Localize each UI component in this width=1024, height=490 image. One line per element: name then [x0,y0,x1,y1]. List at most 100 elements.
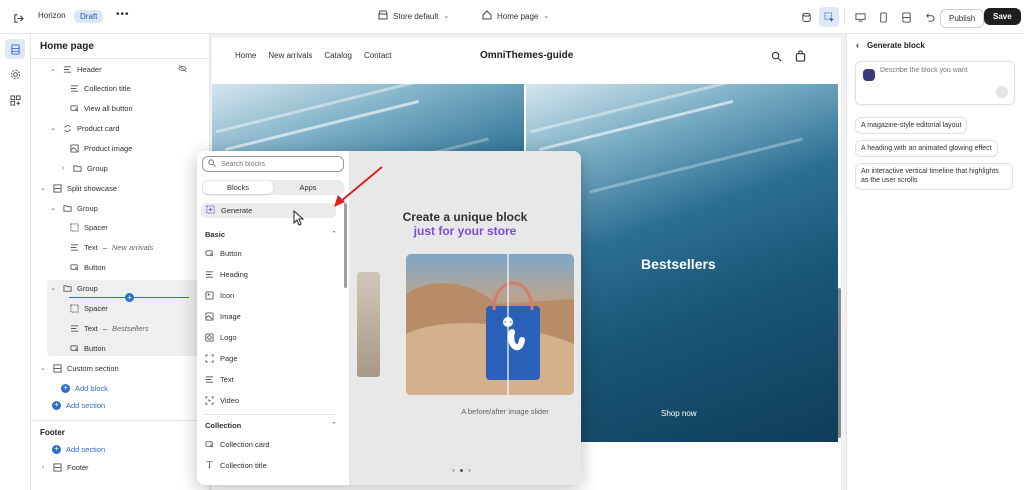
canvas-scrollbar[interactable] [838,288,841,438]
nav-link-new-arrivals[interactable]: New arrivals [268,51,312,60]
block-item-label: Page [220,354,238,363]
suggestion-chip[interactable]: A magazine-style editorial layout [855,117,968,135]
block-item-label: Collection card [220,440,270,449]
save-button[interactable]: Save [984,8,1021,25]
page-selector[interactable]: Home page ⌄ [482,10,549,22]
block-item-video[interactable]: Video [205,396,239,405]
more-options-button[interactable]: ••• [116,9,130,20]
nav-link-home[interactable]: Home [235,51,256,60]
tree-item-custom-section[interactable]: ⌄ Custom section [39,359,119,377]
tree-item-button[interactable]: Button [69,339,106,357]
footer-add-section-button[interactable]: + Add section [52,440,105,458]
shop-now-link[interactable]: Shop now [661,409,697,418]
carousel-dot[interactable] [452,469,455,472]
promo-heading: Create a unique block [402,210,528,224]
tree-item-header[interactable]: ⌄ Header [49,60,102,78]
divider [31,420,210,421]
cart-icon[interactable] [795,50,806,64]
tree-item-view-all-button[interactable]: View all button [69,99,133,117]
suggestion-chip[interactable]: An interactive vertical timeline that hi… [855,163,1013,190]
chevron-up-icon[interactable]: ⌃ [331,230,337,238]
carousel-dot-active[interactable] [460,469,463,472]
tree-item-group[interactable]: › Group [59,159,108,177]
dash: – [102,323,107,333]
desktop-icon [854,12,866,22]
publish-button[interactable]: Publish [940,9,985,28]
tree-item-text-bestsellers[interactable]: Text – Bestsellers [69,319,149,337]
image-icon [69,143,79,153]
search-blocks-input[interactable] [221,160,331,168]
suggestion-chip[interactable]: A heading with an animated glowing effec… [855,140,998,158]
tree-item-footer[interactable]: › Footer [39,458,89,476]
tree-item-text-new-arrivals[interactable]: Text – New arrivals [69,238,153,256]
chevron-up-icon[interactable]: ⌃ [331,421,337,429]
inspector-button[interactable] [819,7,839,27]
tree-item-product-image[interactable]: Product image [69,139,132,157]
block-item-icon[interactable]: Icon [205,291,234,300]
section-icon [52,183,62,193]
fullscreen-button[interactable] [896,7,916,27]
desktop-view-button[interactable] [850,7,870,27]
page-title: Home page [40,41,94,52]
block-item-page[interactable]: Page [205,354,238,363]
theme-settings-button[interactable] [796,7,816,27]
nav-link-catalog[interactable]: Catalog [324,51,352,60]
theme-settings-nav-button[interactable] [5,64,25,84]
tree-item-group[interactable]: ⌄ Group [49,199,98,217]
sections-nav-button[interactable] [5,39,25,59]
section-basic-title[interactable]: Basic [205,230,225,239]
tab-blocks[interactable]: Blocks [203,181,273,194]
block-item-logo[interactable]: Logo [205,333,237,342]
picker-scrollbar[interactable] [344,203,347,288]
back-icon[interactable]: ‹ [856,40,859,50]
tree-item-split-showcase[interactable]: ⌄ Split showcase [39,179,117,197]
tree-item-spacer[interactable]: Spacer [69,218,108,236]
tree-item-group-selected[interactable]: ⌄ Group [49,279,98,297]
describe-block-input[interactable] [880,67,1010,74]
mobile-view-button[interactable] [873,7,893,27]
block-item-heading[interactable]: Heading [205,270,248,279]
block-item-image[interactable]: Image [205,312,241,321]
add-section-button[interactable]: + Add section [52,396,105,414]
store-logo[interactable]: OmniThemes-guide [480,50,573,61]
carousel-dot[interactable] [468,469,471,472]
apps-nav-button[interactable] [5,90,25,110]
wave-streak [588,137,804,194]
tree-item-spacer[interactable]: Spacer [69,299,108,317]
plus-icon: + [52,444,61,454]
panel-header: ‹ Generate block [856,40,925,50]
tree-item-button[interactable]: Button [69,258,106,276]
send-button[interactable]: ↑ [996,86,1008,98]
undo-button[interactable] [919,7,939,27]
nav-link-contact[interactable]: Contact [364,51,392,60]
store-selector[interactable]: Store default ⌄ [378,10,449,22]
generate-item[interactable]: Generate [201,203,336,218]
search-icon[interactable] [771,51,782,64]
exit-button[interactable] [8,8,28,28]
block-picker-popover: Blocks Apps Generate Basic ⌃ Button Head… [197,151,581,485]
describe-block-box[interactable]: ↑ [855,61,1015,105]
block-item-button[interactable]: Button [205,249,242,258]
button-icon [69,343,79,353]
block-item-collection-card[interactable]: Collection card [205,440,270,449]
plus-icon: + [61,383,70,393]
search-field[interactable] [202,156,344,172]
block-item-text[interactable]: Text [205,375,234,384]
tree-item-label: Button [84,343,106,353]
block-item-collection-title[interactable]: T Collection title [205,461,266,471]
logo-icon [205,333,214,342]
tree-item-collection-title[interactable]: Collection title [69,79,131,97]
toolbar-divider [844,9,845,25]
text-icon [69,323,79,333]
eye-hidden-icon[interactable] [178,64,187,75]
arrow-up-icon: ↑ [1000,87,1004,97]
plus-icon: + [127,292,132,302]
apps-icon [9,94,21,106]
folder-icon [72,163,82,173]
tree-item-product-card[interactable]: ⌄ Product card [49,119,119,137]
add-block-button[interactable]: + Add block [61,379,108,397]
section-collection-title[interactable]: Collection [205,421,241,430]
insert-block-button[interactable]: + [125,293,134,302]
tree-item-label: Text [84,323,98,333]
tree-item-label: Spacer [84,222,108,232]
